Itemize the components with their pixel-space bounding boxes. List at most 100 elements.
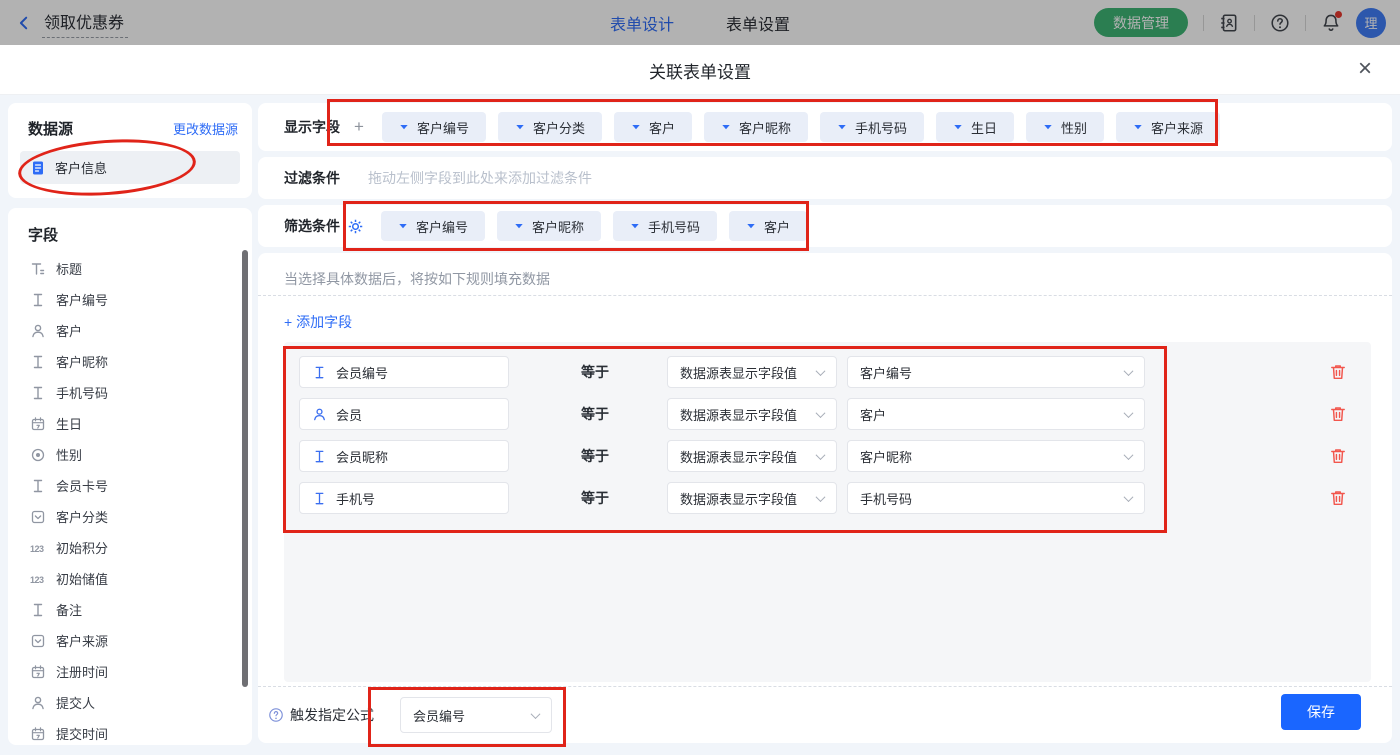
- field-list-item[interactable]: 会员卡号: [8, 470, 252, 501]
- operator-label: 等于: [581, 404, 667, 424]
- tag-label: 客户编号: [416, 217, 468, 236]
- field-list-item[interactable]: 性别: [8, 439, 252, 470]
- datasource-item[interactable]: 客户信息: [20, 151, 240, 184]
- save-button[interactable]: 保存: [1281, 694, 1361, 730]
- screening-conditions-label: 筛选条件: [284, 216, 340, 236]
- tag-label: 客户: [764, 217, 790, 236]
- field-list-item[interactable]: 标题: [8, 253, 252, 284]
- field-list-item[interactable]: 客户来源: [8, 625, 252, 656]
- chevron-down-icon: [816, 366, 826, 376]
- modal-body: 数据源 更改数据源 客户信息 字段 标题 客户编号: [0, 95, 1400, 755]
- screening-field-tag[interactable]: 客户: [729, 211, 807, 241]
- change-datasource-link[interactable]: 更改数据源: [173, 119, 238, 138]
- field-label: 初始储值: [56, 569, 108, 588]
- filter-dropzone[interactable]: 拖动左侧字段到此处来添加过滤条件: [368, 168, 592, 188]
- field-list-item[interactable]: 客户编号: [8, 284, 252, 315]
- source-field-value: 客户昵称: [860, 447, 912, 466]
- title-icon: [30, 261, 46, 277]
- add-field-link[interactable]: + 添加字段: [284, 312, 352, 332]
- source-type-select[interactable]: 数据源表显示字段值: [667, 440, 837, 472]
- display-field-tag[interactable]: 客户: [614, 112, 692, 142]
- text-icon: [30, 385, 46, 401]
- add-display-field-button[interactable]: +: [354, 117, 364, 137]
- source-field-value: 客户: [860, 405, 886, 424]
- help-icon[interactable]: [1270, 13, 1290, 33]
- target-field-box[interactable]: 手机号: [299, 482, 509, 514]
- field-list-item[interactable]: 生日: [8, 408, 252, 439]
- question-circle-icon[interactable]: [268, 707, 284, 723]
- caret-down-icon: [515, 122, 525, 132]
- text-icon: [30, 478, 46, 494]
- field-list-item[interactable]: 注册时间: [8, 656, 252, 687]
- screening-field-tag[interactable]: 客户昵称: [497, 211, 601, 241]
- field-list-item[interactable]: 提交时间: [8, 718, 252, 749]
- rule-row: 会员编号 等于 数据源表显示字段值 客户编号: [299, 356, 1356, 388]
- field-list-item[interactable]: 客户昵称: [8, 346, 252, 377]
- trigger-formula-row: 触发指定公式 会员编号: [258, 687, 1392, 743]
- delete-rule-button[interactable]: [1329, 489, 1347, 507]
- target-field-box[interactable]: 会员昵称: [299, 440, 509, 472]
- text-icon: [312, 449, 327, 464]
- target-field-box[interactable]: 会员编号: [299, 356, 509, 388]
- source-type-select[interactable]: 数据源表显示字段值: [667, 356, 837, 388]
- divider: [1254, 15, 1255, 31]
- trigger-formula-select[interactable]: 会员编号: [400, 697, 552, 733]
- source-type-value: 数据源表显示字段值: [680, 489, 797, 508]
- display-field-tag[interactable]: 客户分类: [498, 112, 602, 142]
- screening-field-tag[interactable]: 手机号码: [613, 211, 717, 241]
- target-field-label: 会员编号: [336, 363, 388, 382]
- field-list-item[interactable]: 手机号码: [8, 377, 252, 408]
- source-field-select[interactable]: 客户编号: [847, 356, 1145, 388]
- trigger-formula-label: 触发指定公式: [290, 705, 374, 725]
- caret-down-icon: [746, 221, 756, 231]
- text-icon: [30, 602, 46, 618]
- filter-conditions-row: 过滤条件 拖动左侧字段到此处来添加过滤条件: [258, 157, 1392, 199]
- field-list-item[interactable]: 提交人: [8, 687, 252, 718]
- operator-label: 等于: [581, 362, 667, 382]
- target-field-box[interactable]: 会员: [299, 398, 509, 430]
- source-field-select[interactable]: 客户昵称: [847, 440, 1145, 472]
- field-list-item[interactable]: 123 初始积分: [8, 532, 252, 563]
- person-icon: [312, 407, 327, 422]
- contacts-icon[interactable]: [1219, 13, 1239, 33]
- notification-bell-icon[interactable]: [1321, 13, 1341, 33]
- text-icon: [312, 365, 327, 380]
- chevron-down-icon: [1124, 492, 1134, 502]
- display-field-tag[interactable]: 手机号码: [820, 112, 924, 142]
- fill-rules-hint: 当选择具体数据后，将按如下规则填充数据: [284, 269, 550, 289]
- display-field-tag[interactable]: 生日: [936, 112, 1014, 142]
- field-list-item[interactable]: 客户: [8, 315, 252, 346]
- fields-scrollbar[interactable]: [242, 250, 248, 687]
- data-manage-button[interactable]: 数据管理: [1094, 8, 1188, 37]
- display-field-tag[interactable]: 客户昵称: [704, 112, 808, 142]
- source-type-select[interactable]: 数据源表显示字段值: [667, 482, 837, 514]
- field-list-item[interactable]: 123 初始储值: [8, 563, 252, 594]
- delete-rule-button[interactable]: [1329, 405, 1347, 423]
- display-field-tag[interactable]: 客户编号: [382, 112, 486, 142]
- datasource-item-label: 客户信息: [55, 158, 107, 177]
- field-list-item[interactable]: 客户分类: [8, 501, 252, 532]
- datasource-title: 数据源: [28, 118, 73, 139]
- source-field-select[interactable]: 客户: [847, 398, 1145, 430]
- fields-title: 字段: [28, 227, 58, 244]
- tab-form-settings[interactable]: 表单设置: [726, 11, 790, 35]
- caret-down-icon: [953, 122, 963, 132]
- source-type-select[interactable]: 数据源表显示字段值: [667, 398, 837, 430]
- source-field-select[interactable]: 手机号码: [847, 482, 1145, 514]
- text-icon: [30, 354, 46, 370]
- trigger-formula-value: 会员编号: [413, 706, 465, 725]
- delete-rule-button[interactable]: [1329, 363, 1347, 381]
- gear-icon[interactable]: [348, 219, 363, 234]
- tag-label: 手机号码: [648, 217, 700, 236]
- display-field-tag[interactable]: 客户来源: [1116, 112, 1220, 142]
- close-icon[interactable]: ×: [1358, 57, 1372, 81]
- delete-rule-button[interactable]: [1329, 447, 1347, 465]
- tab-form-design[interactable]: 表单设计: [610, 11, 674, 35]
- avatar[interactable]: 理: [1356, 8, 1386, 38]
- field-list-item[interactable]: 备注: [8, 594, 252, 625]
- person-icon: [30, 323, 46, 339]
- screening-field-tag[interactable]: 客户编号: [381, 211, 485, 241]
- display-field-tag[interactable]: 性别: [1026, 112, 1104, 142]
- source-type-value: 数据源表显示字段值: [680, 447, 797, 466]
- field-label: 生日: [56, 414, 82, 433]
